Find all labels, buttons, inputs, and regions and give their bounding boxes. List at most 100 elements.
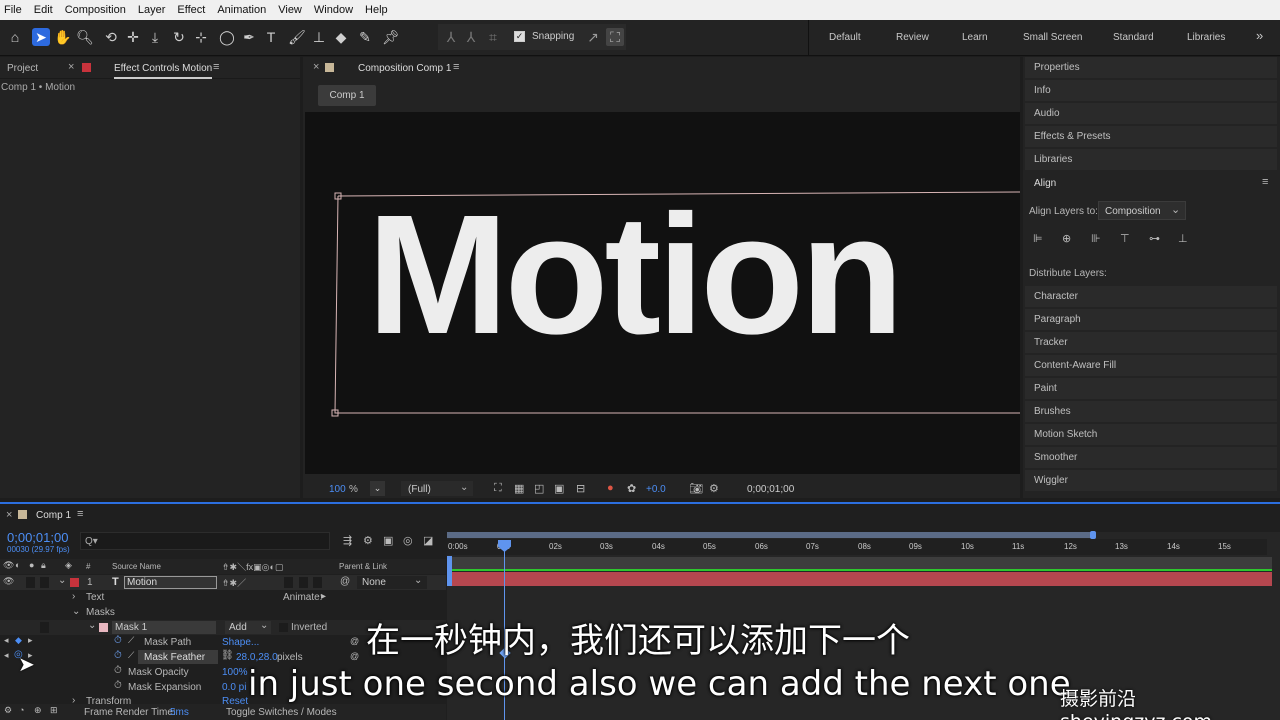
panel-smoother[interactable]: Smoother	[1025, 447, 1277, 468]
mask-opacity-value[interactable]: 100%	[222, 667, 248, 678]
source-name-header[interactable]: Source Name	[112, 562, 161, 571]
panel-menu-icon[interactable]: ≡	[1262, 176, 1268, 188]
align-bottom-icon[interactable]: ⊥	[1178, 232, 1188, 245]
align-right-icon[interactable]: ⊪	[1091, 232, 1101, 245]
graph-icon[interactable]: ⟋	[128, 650, 134, 661]
lock-toggle[interactable]	[40, 622, 49, 633]
layer-switches-icon[interactable]: ⇮✱／	[222, 576, 246, 589]
stopwatch-icon[interactable]: ⏱︎	[114, 650, 122, 661]
color-management-icon[interactable]: ✿	[627, 482, 636, 495]
frame-blending-icon[interactable]: ◎	[403, 534, 413, 547]
render-time-toggle-icon[interactable]: ⊞	[50, 705, 58, 716]
panel-paint[interactable]: Paint	[1025, 378, 1277, 399]
type-tool-icon[interactable]: T	[262, 28, 280, 46]
draft-3d-icon[interactable]: ⚙	[363, 534, 373, 547]
menu-composition[interactable]: Composition	[65, 4, 126, 16]
close-tab-icon[interactable]: ×	[6, 509, 12, 521]
show-snapshot-icon[interactable]: ⚙	[709, 482, 719, 495]
roto-brush-icon[interactable]: ✎	[356, 28, 374, 46]
color-channels-icon[interactable]: ●	[607, 482, 614, 494]
workspace-libraries[interactable]: Libraries	[1187, 32, 1225, 43]
workspace-more-icon[interactable]: »	[1256, 28, 1263, 43]
region-of-interest-icon[interactable]: ⛶	[494, 482, 502, 495]
close-tab-icon[interactable]: ×	[68, 61, 74, 73]
layer-in-point[interactable]	[447, 556, 452, 586]
snap-edges-icon[interactable]: ↗	[584, 28, 602, 46]
align-horizontal-center-icon[interactable]: ⊕	[1062, 232, 1071, 245]
switch-box[interactable]	[284, 577, 293, 588]
panel-character[interactable]: Character	[1025, 286, 1277, 307]
home-icon[interactable]: ⌂	[6, 28, 24, 46]
workspace-standard[interactable]: Standard	[1113, 32, 1154, 43]
snapping-checkbox[interactable]: ✓	[514, 31, 525, 42]
tab-effect-controls[interactable]: Effect Controls Motion	[114, 63, 213, 79]
snap-features-icon[interactable]: ⛶	[606, 28, 624, 46]
selection-tool-icon[interactable]: ➤	[32, 28, 50, 46]
orbit-camera-icon[interactable]: ⟲	[102, 28, 120, 46]
expand-chevron-icon[interactable]: ⌄	[58, 575, 66, 586]
stopwatch-icon[interactable]: ⏱︎	[114, 635, 122, 646]
layer-switches-toggle-icon[interactable]: ⚙	[4, 705, 12, 716]
parent-link-header[interactable]: Parent & Link	[339, 562, 387, 571]
zoom-value[interactable]: 100	[329, 484, 346, 495]
visibility-eye-icon[interactable]: 👁︎	[3, 576, 14, 587]
stopwatch-icon[interactable]: ⏱︎	[114, 665, 122, 676]
switch-box[interactable]	[313, 577, 322, 588]
expression-pickwhip-icon[interactable]: @	[350, 636, 359, 646]
mask-feather-value[interactable]: 28.0,28.0	[236, 652, 278, 663]
align-top-icon[interactable]: ⊤	[1120, 232, 1130, 245]
zoom-dropdown-icon[interactable]: ⌄	[370, 481, 385, 496]
comp-chip[interactable]: Comp 1	[318, 85, 376, 106]
panel-menu-icon[interactable]: ≡	[453, 61, 459, 73]
3d-view-icon[interactable]: ⊟	[576, 482, 585, 495]
graph-icon[interactable]: ⟋	[128, 635, 134, 646]
time-ruler[interactable]: 0:00s 01s 02s 03s 04s 05s 06s 07s 08s 09…	[447, 539, 1267, 555]
animate-menu-icon[interactable]: ▸	[321, 591, 326, 602]
mask-visibility-icon[interactable]: ◰	[534, 482, 544, 495]
panel-wiggler[interactable]: Wiggler	[1025, 470, 1277, 491]
panel-motion-sketch[interactable]: Motion Sketch	[1025, 424, 1277, 445]
mask-expansion-value[interactable]: 0.0 pi	[222, 682, 246, 693]
workspace-learn[interactable]: Learn	[962, 32, 988, 43]
motion-blur-icon[interactable]: ◪	[423, 534, 433, 547]
expression-pickwhip-icon[interactable]: @	[350, 651, 359, 661]
rotate-tool-icon[interactable]: ↻	[170, 28, 188, 46]
viewer-text-layer[interactable]: Motion	[367, 190, 904, 360]
layer-row[interactable]: 👁︎ ⌄ 1 T Motion ⇮✱／ @ None ⌄	[0, 575, 446, 590]
inverted-checkbox[interactable]	[279, 623, 288, 632]
workspace-small-screen[interactable]: Small Screen	[1023, 32, 1082, 43]
transparency-grid-icon[interactable]: ▦	[514, 482, 524, 495]
menu-animation[interactable]: Animation	[217, 4, 266, 16]
stopwatch-icon[interactable]: ⏱︎	[114, 680, 122, 691]
pen-tool-icon[interactable]: ✒	[240, 28, 258, 46]
workspace-review[interactable]: Review	[896, 32, 929, 43]
close-tab-icon[interactable]: ×	[313, 61, 319, 73]
transfer-controls-icon[interactable]: ◔	[19, 705, 24, 715]
current-time-display[interactable]: 0;00;01;00	[7, 530, 68, 545]
menu-layer[interactable]: Layer	[138, 4, 166, 16]
axis-local-icon[interactable]: ⅄	[442, 28, 460, 46]
panel-info[interactable]: Info	[1025, 80, 1277, 101]
snapshot-camera-icon[interactable]: 📷︎	[689, 482, 703, 495]
zoom-tool-icon[interactable]: 🔍︎	[76, 28, 94, 46]
pick-whip-icon[interactable]: @	[340, 576, 350, 587]
comp-mini-flowchart-icon[interactable]: ⇶	[343, 534, 352, 547]
panel-audio[interactable]: Audio	[1025, 103, 1277, 124]
prev-keyframe-icon[interactable]: ◂	[4, 635, 9, 646]
anchor-point-icon[interactable]: ⊹	[192, 28, 210, 46]
add-keyframe-icon[interactable]: ◆	[15, 635, 22, 646]
puppet-pin-icon[interactable]: 📌︎	[382, 28, 400, 46]
work-area-end-handle[interactable]	[1090, 531, 1096, 539]
workspace-default[interactable]: Default	[829, 32, 861, 43]
next-keyframe-icon[interactable]: ▸	[28, 635, 33, 646]
panel-menu-icon[interactable]: ≡	[213, 61, 219, 73]
expand-mask-icon[interactable]: ⌄	[88, 620, 96, 631]
brush-tool-icon[interactable]: 🖌︎	[288, 28, 306, 46]
toggle-switches-modes[interactable]: Toggle Switches / Modes	[226, 707, 337, 718]
mask-path-value[interactable]: Shape...	[222, 637, 259, 648]
expand-text-icon[interactable]: ›	[72, 591, 75, 602]
menu-window[interactable]: Window	[314, 4, 353, 16]
switch-box[interactable]	[299, 577, 308, 588]
menu-help[interactable]: Help	[365, 4, 388, 16]
expand-masks-icon[interactable]: ⌄	[72, 606, 80, 617]
